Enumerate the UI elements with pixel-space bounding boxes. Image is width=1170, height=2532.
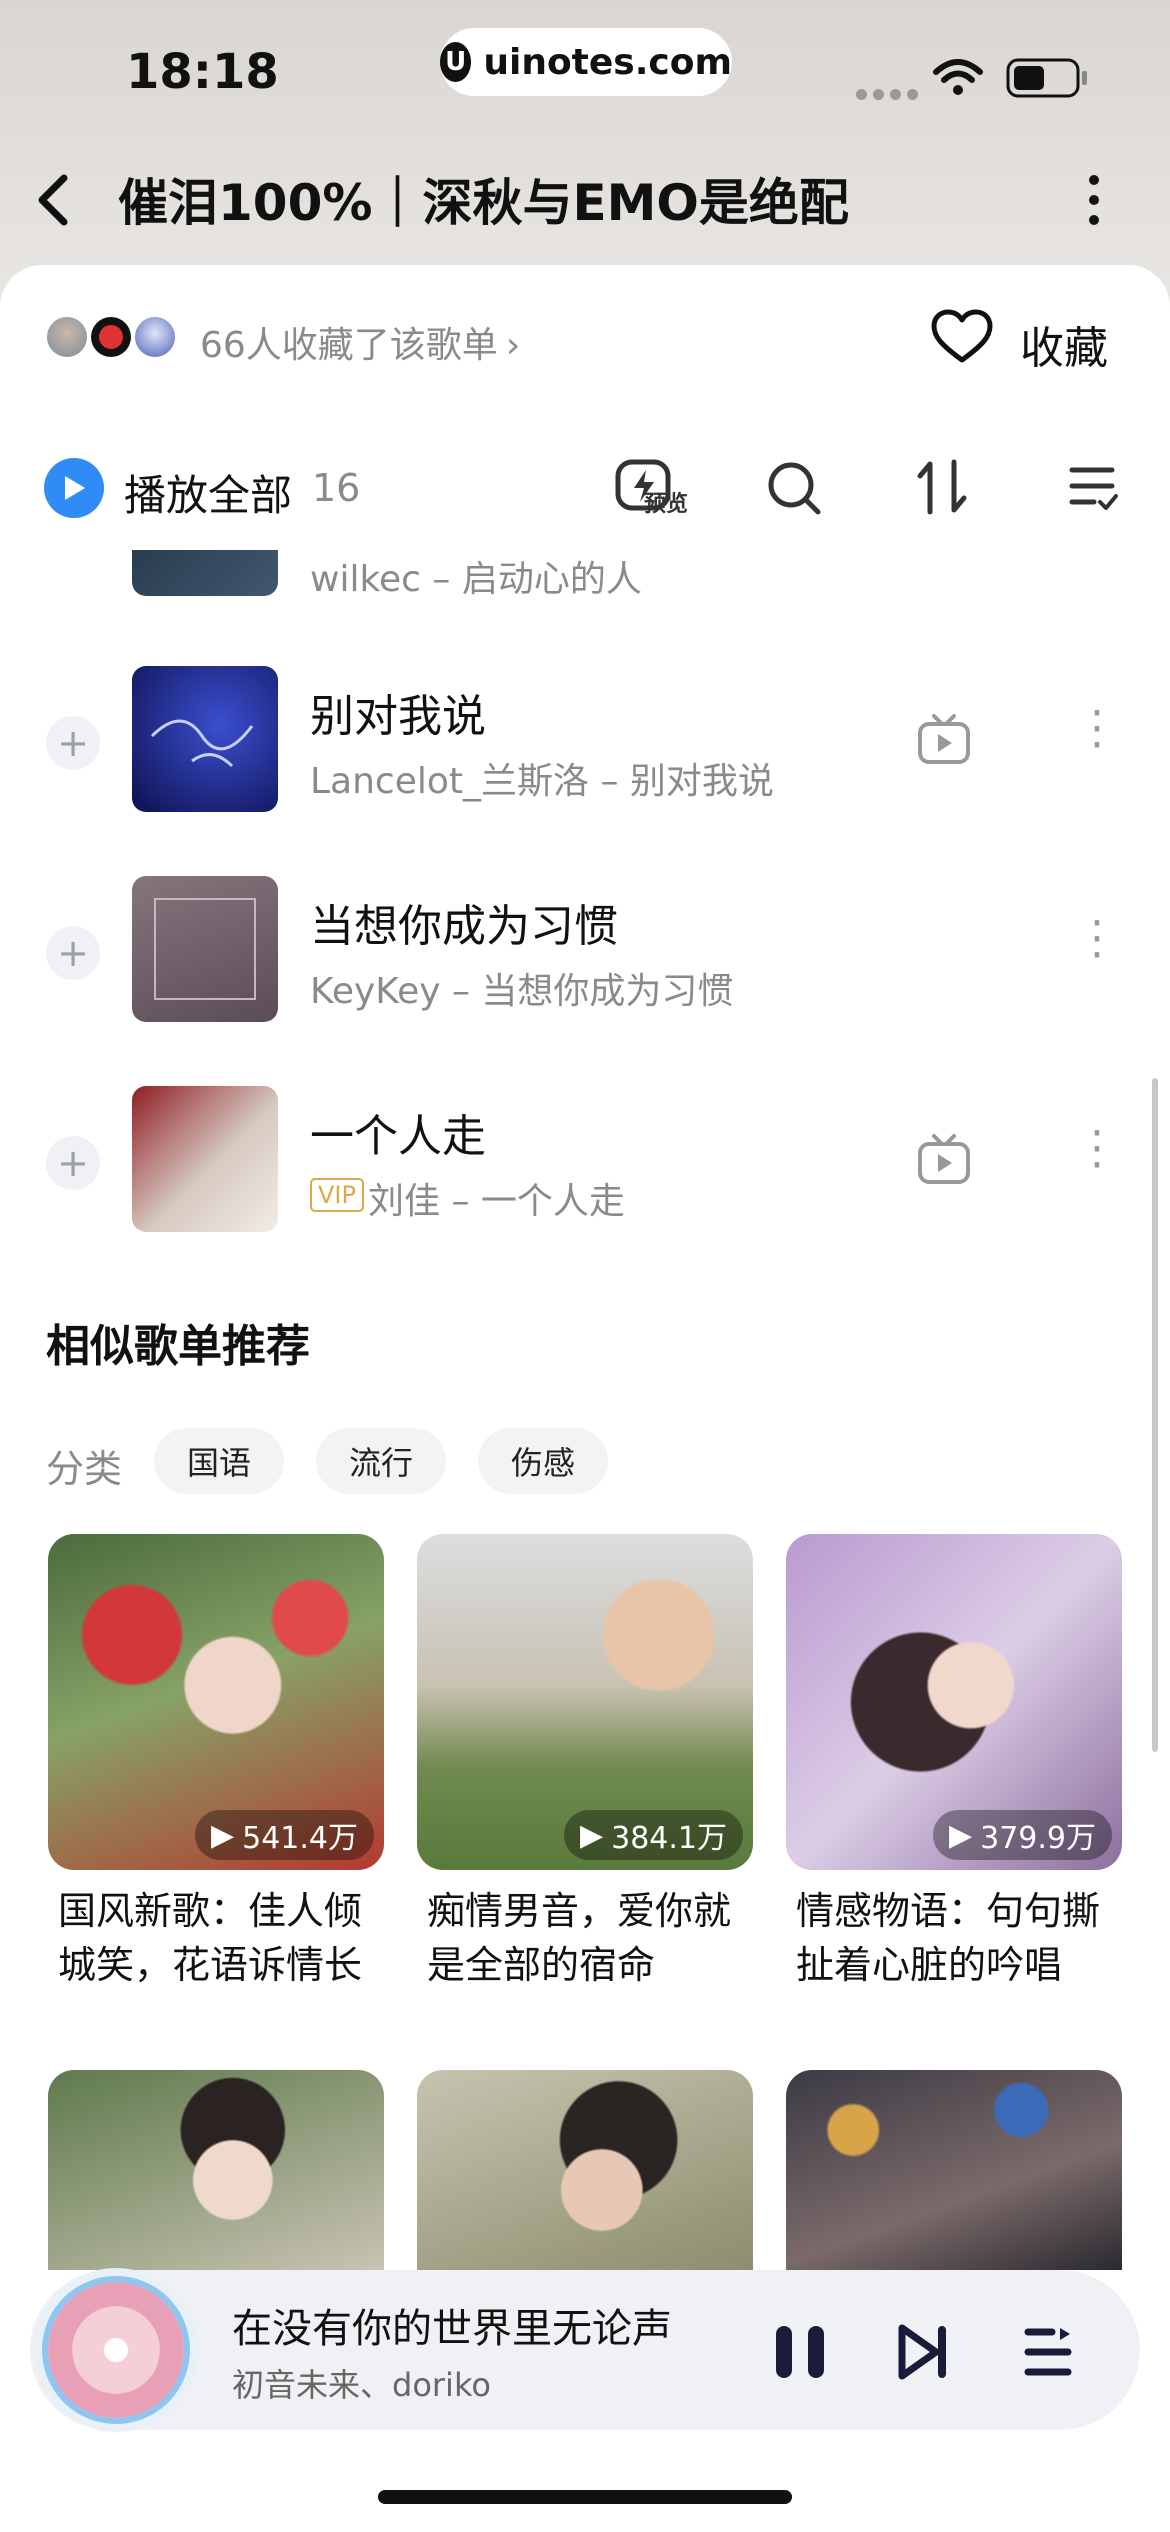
scrollbar[interactable] xyxy=(1152,1078,1158,1752)
add-icon[interactable]: + xyxy=(46,716,100,770)
song-more-icon[interactable]: · · · xyxy=(1082,692,1112,768)
search-icon[interactable] xyxy=(766,460,822,516)
playlist-cover: ▶ 541.4万 xyxy=(48,1534,384,1870)
play-count: 384.1万 xyxy=(611,1821,727,1856)
heart-icon[interactable] xyxy=(930,308,994,366)
tag-pop[interactable]: 流行 xyxy=(316,1428,446,1494)
avatar xyxy=(88,314,134,360)
vip-badge: VIP xyxy=(310,1178,364,1212)
song-cover xyxy=(132,550,278,596)
add-icon[interactable]: + xyxy=(46,1136,100,1190)
play-icon: ▶ xyxy=(580,1817,604,1853)
list-item[interactable]: + 当想你成为习惯 KeyKey – 当想你成为习惯 · · · xyxy=(0,876,1170,1036)
song-subtitle: 刘佳 – 一个人走 xyxy=(368,1181,625,1222)
song-cover xyxy=(132,1086,278,1232)
song-more-icon[interactable]: · · · xyxy=(1082,1112,1112,1188)
category-label: 分类 xyxy=(46,1447,123,1491)
collectors-count: 66人收藏了该歌单 xyxy=(200,325,498,366)
page-title: 催泪100%｜深秋与EMO是绝配 xyxy=(118,174,849,232)
song-title: 当想你成为习惯 xyxy=(310,901,618,952)
avatar xyxy=(132,314,178,360)
site-badge: U uinotes.com xyxy=(440,28,732,96)
play-count-badge: ▶ 541.4万 xyxy=(195,1810,374,1860)
song-count: 16 xyxy=(312,466,361,510)
playlist-card-item[interactable]: ▶ 379.9万 情感物语：句句撕扯着心脏的吟唱 xyxy=(786,1534,1122,1992)
playlist-cover: ▶ 379.9万 xyxy=(786,1534,1122,1870)
song-cover xyxy=(132,666,278,812)
add-icon[interactable]: + xyxy=(46,926,100,980)
more-menu-icon[interactable] xyxy=(1084,172,1104,228)
preview-button[interactable]: 预览 xyxy=(614,456,698,518)
list-item[interactable]: + 别对我说 Lancelot_兰斯洛 – 别对我说 · · · xyxy=(0,666,1170,826)
play-count-badge: ▶ 384.1万 xyxy=(564,1810,743,1860)
song-cover xyxy=(132,876,278,1022)
chevron-right-icon: › xyxy=(505,325,521,366)
status-time: 18:18 xyxy=(126,44,279,100)
preview-label: 预览 xyxy=(644,492,689,517)
play-count-badge: ▶ 379.9万 xyxy=(933,1810,1112,1860)
list-item[interactable]: + 一个人走 VIP 刘佳 – 一个人走 · · · xyxy=(0,1086,1170,1246)
signal-icon xyxy=(856,85,924,104)
avatar xyxy=(44,314,90,360)
playlist-name: 国风新歌：佳人倾城笑，花语诉情长 xyxy=(58,1889,363,1987)
collectors-link[interactable]: 66人收藏了该歌单 › xyxy=(200,316,520,368)
playlist-cover[interactable] xyxy=(786,2070,1122,2270)
play-count: 541.4万 xyxy=(242,1821,358,1856)
tag-mandarin[interactable]: 国语 xyxy=(154,1428,284,1494)
mv-icon[interactable] xyxy=(916,1132,972,1188)
song-subtitle: wilkec – 启动心的人 xyxy=(310,559,642,600)
player-song-title: 在没有你的世界里无论声 xyxy=(232,2306,672,2352)
playlist-cover: ▶ 384.1万 xyxy=(417,1534,753,1870)
mv-icon[interactable] xyxy=(916,712,972,768)
song-title: 别对我说 xyxy=(310,691,486,742)
song-list: wilkec – 启动心的人 + 别对我说 Lancelot_兰斯洛 – 别对我… xyxy=(0,550,1170,1250)
list-item[interactable]: wilkec – 启动心的人 xyxy=(0,550,1170,610)
battery-icon xyxy=(1006,58,1087,98)
play-icon: ▶ xyxy=(949,1817,973,1853)
favorite-button[interactable]: 收藏 xyxy=(1020,312,1108,376)
player-disc[interactable] xyxy=(34,2268,198,2432)
site-logo-icon: U xyxy=(440,42,472,82)
song-subtitle: Lancelot_兰斯洛 – 别对我说 xyxy=(310,761,774,802)
playlist-queue-icon[interactable] xyxy=(1022,2324,1074,2380)
play-count: 379.9万 xyxy=(980,1821,1096,1856)
section-title: 相似歌单推荐 xyxy=(46,1321,310,1372)
pause-icon[interactable] xyxy=(770,2322,830,2382)
play-all-button[interactable]: 播放全部 xyxy=(124,462,292,523)
next-track-icon[interactable] xyxy=(894,2322,954,2382)
play-all-icon[interactable] xyxy=(44,458,104,518)
wifi-icon xyxy=(933,59,983,95)
player-artist: 初音未来、doriko xyxy=(232,2366,491,2404)
song-more-icon[interactable]: · · · xyxy=(1082,902,1112,978)
home-indicator[interactable] xyxy=(378,2490,792,2504)
tag-sad[interactable]: 伤感 xyxy=(478,1428,608,1494)
playlist-name: 情感物语：句句撕扯着心脏的吟唱 xyxy=(796,1889,1101,1987)
playlist-card-item[interactable]: ▶ 384.1万 痴情男音，爱你就是全部的宿命 xyxy=(417,1534,753,1992)
site-name: uinotes.com xyxy=(483,41,732,83)
multi-select-icon[interactable] xyxy=(1068,462,1118,512)
sort-icon[interactable] xyxy=(914,458,970,516)
playlist-cover[interactable] xyxy=(48,2070,384,2270)
play-icon: ▶ xyxy=(211,1817,235,1853)
playlist-card-item[interactable]: ▶ 541.4万 国风新歌：佳人倾城笑，花语诉情长 xyxy=(48,1534,384,1992)
back-icon[interactable] xyxy=(34,172,74,228)
song-subtitle: KeyKey – 当想你成为习惯 xyxy=(310,971,734,1012)
playlist-name: 痴情男音，爱你就是全部的宿命 xyxy=(427,1889,732,1987)
song-title: 一个人走 xyxy=(310,1111,486,1162)
playlist-cover[interactable] xyxy=(417,2070,753,2270)
